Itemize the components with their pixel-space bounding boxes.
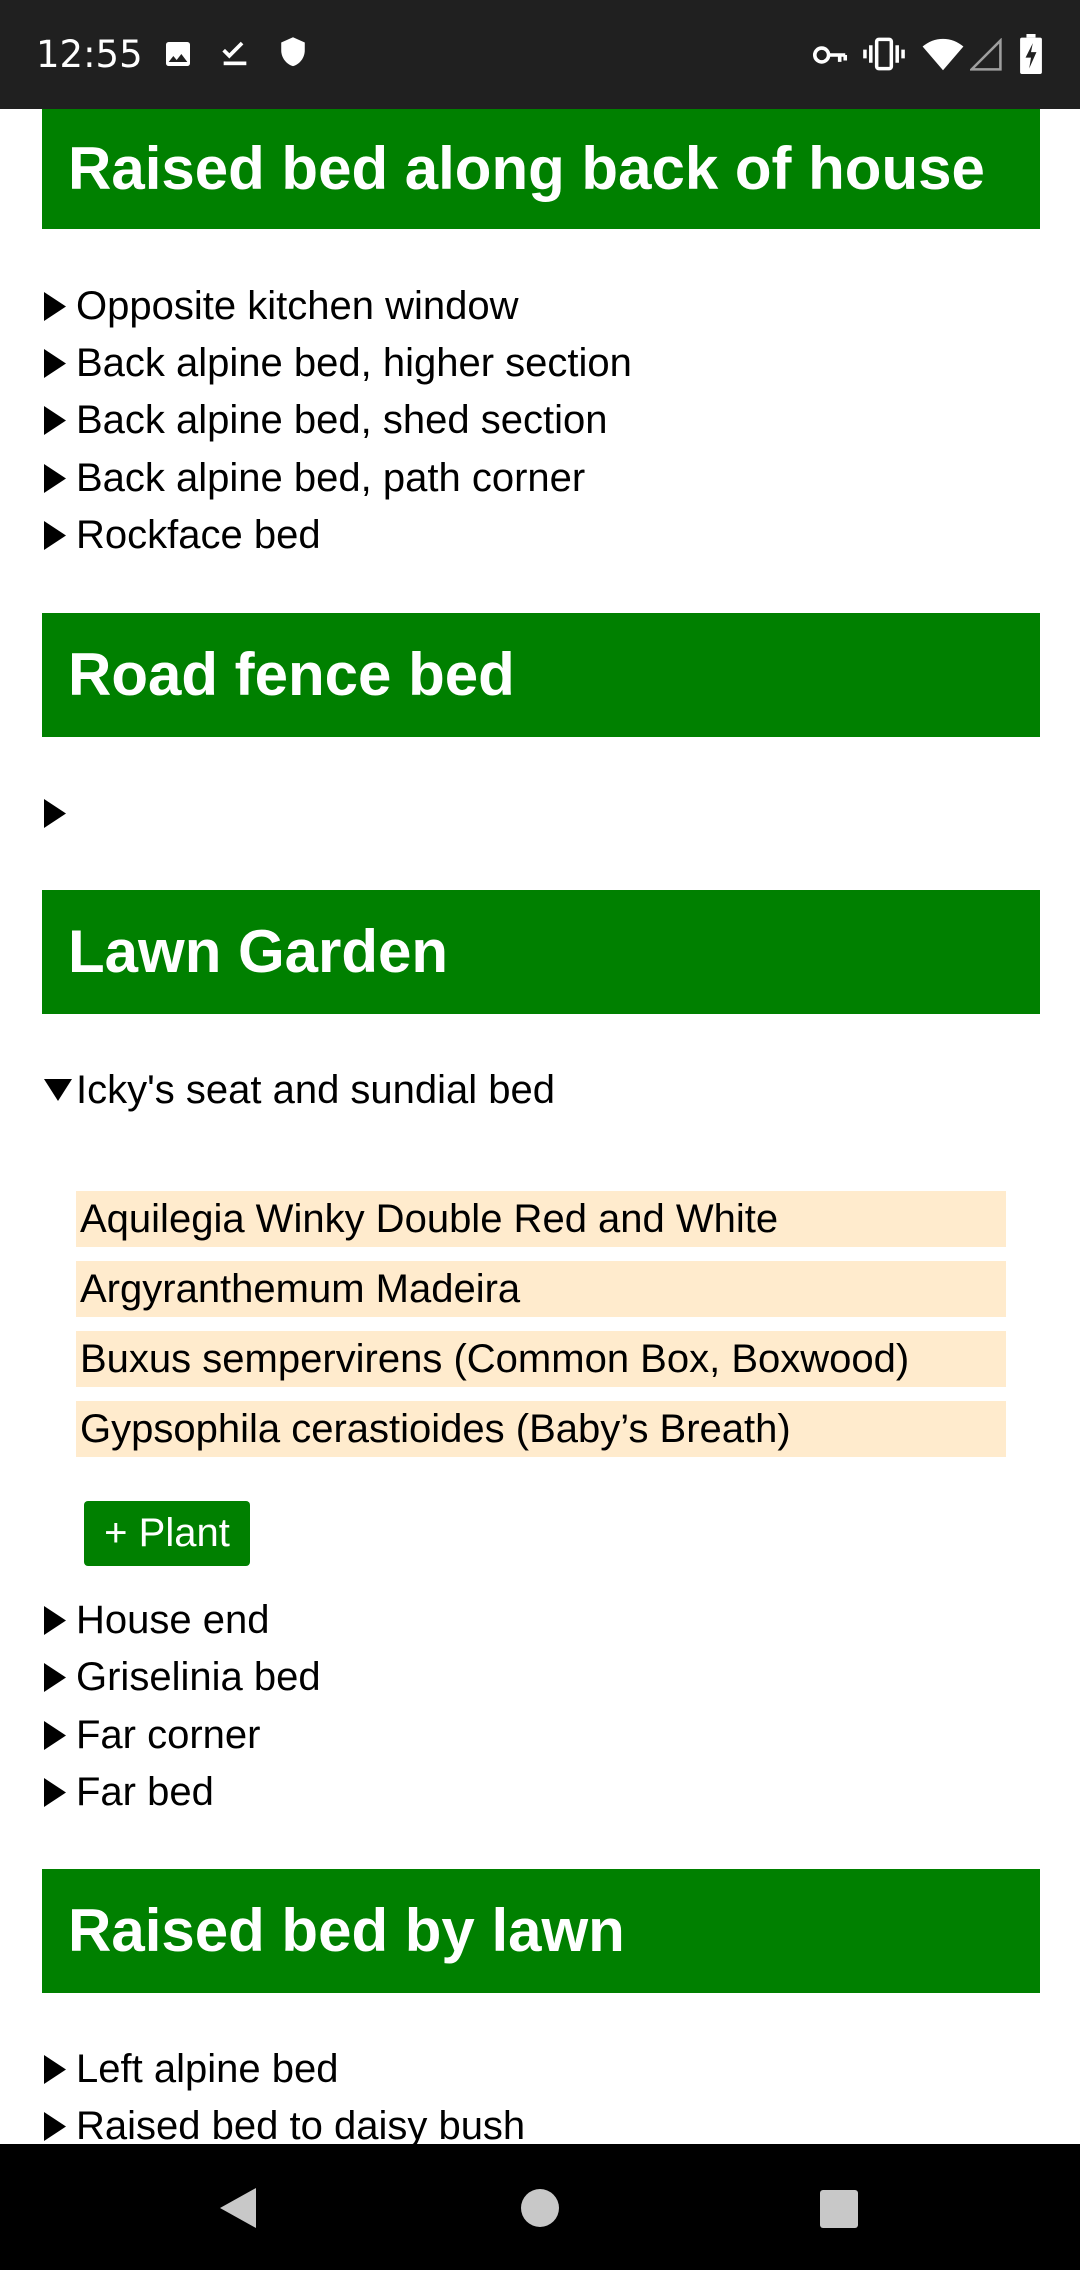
plant-name: Buxus sempervirens (Common Box, Boxwood) <box>80 1337 910 1381</box>
expand-triangle-icon <box>44 1721 66 1750</box>
collapse-triangle-icon <box>44 1079 72 1101</box>
image-icon <box>162 38 194 75</box>
expand-triangle-icon <box>44 2112 66 2141</box>
expand-triangle-icon <box>44 349 66 378</box>
garden-list[interactable]: Raised bed along back of house Opposite … <box>0 109 1080 2144</box>
section-header: Raised bed along back of house <box>42 109 1040 229</box>
bed-label: Rockface bed <box>76 513 321 557</box>
expand-triangle-icon <box>44 1778 66 1807</box>
section-title: Lawn Garden <box>68 918 449 985</box>
bed-label: Griselinia bed <box>76 1655 321 1699</box>
expand-triangle-icon <box>44 1606 66 1635</box>
section-header: Lawn Garden <box>42 890 1040 1014</box>
vibrate-icon <box>862 36 906 77</box>
plant-item[interactable]: Aquilegia Winky Double Red and White <box>76 1191 1006 1247</box>
plant-item[interactable]: Gypsophila cerastioides (Baby’s Breath) <box>76 1401 1006 1457</box>
shield-icon <box>277 36 309 75</box>
cell-signal-icon <box>968 37 1002 77</box>
check-download-icon <box>218 36 252 75</box>
section-title: Raised bed by lawn <box>68 1897 625 1964</box>
bed-label: Far bed <box>76 1770 214 1814</box>
navigation-bar <box>0 2144 1080 2270</box>
expand-triangle-icon <box>44 464 66 493</box>
back-icon[interactable] <box>216 2186 260 2235</box>
section-header: Raised bed by lawn <box>42 1869 1040 1993</box>
status-bar: 12:55 <box>0 0 1080 109</box>
bed-label: Back alpine bed, path corner <box>76 456 586 500</box>
bed-label: Icky's seat and sundial bed <box>76 1068 556 1112</box>
bed-label: Far corner <box>76 1713 261 1757</box>
bed-label: Back alpine bed, shed section <box>76 398 608 442</box>
section-title: Road fence bed <box>68 641 515 708</box>
expand-triangle-icon <box>44 292 66 321</box>
bed-label: House end <box>76 1598 270 1642</box>
status-time: 12:55 <box>36 33 143 76</box>
battery-charging-icon <box>1020 34 1042 79</box>
add-plant-button[interactable]: + Plant <box>84 1501 250 1566</box>
section-header: Road fence bed <box>42 613 1040 737</box>
wifi-icon <box>922 38 964 77</box>
expand-triangle-icon <box>44 799 66 828</box>
vpn-key-icon <box>812 40 848 75</box>
recents-icon[interactable] <box>819 2189 859 2234</box>
bed-label: Left alpine bed <box>76 2047 339 2091</box>
home-icon[interactable] <box>520 2188 560 2233</box>
plant-name: Gypsophila cerastioides (Baby’s Breath) <box>80 1407 791 1451</box>
expand-triangle-icon <box>44 406 66 435</box>
plant-item[interactable]: Argyranthemum Madeira <box>76 1261 1006 1317</box>
plant-item[interactable]: Buxus sempervirens (Common Box, Boxwood) <box>76 1331 1006 1387</box>
bed-label: Raised bed to daisy bush <box>76 2104 526 2144</box>
bed-label: Opposite kitchen window <box>76 284 519 328</box>
expand-triangle-icon <box>44 521 66 550</box>
expand-triangle-icon <box>44 1663 66 1692</box>
plant-name: Aquilegia Winky Double Red and White <box>80 1197 779 1241</box>
bed-label: Back alpine bed, higher section <box>76 341 632 385</box>
plant-name: Argyranthemum Madeira <box>80 1267 521 1311</box>
section-title: Raised bed along back of house <box>68 135 985 202</box>
expand-triangle-icon <box>44 2055 66 2084</box>
